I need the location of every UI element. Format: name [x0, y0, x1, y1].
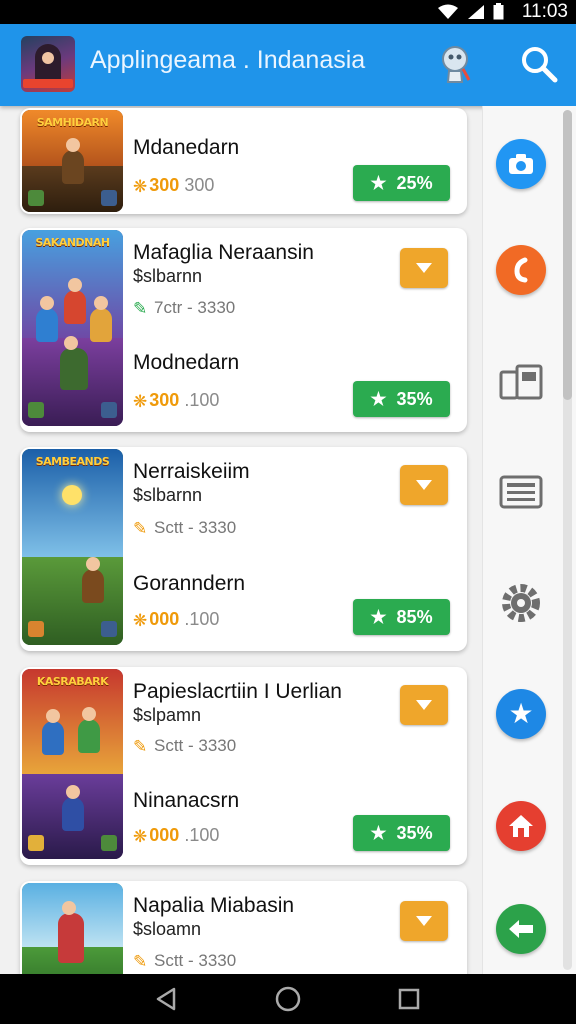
app-meta: ✎ 7ctr - 3330 [133, 298, 236, 318]
back-arrow-icon [509, 920, 533, 938]
coin-icon: ❋ [133, 392, 148, 411]
app-logo[interactable] [21, 36, 75, 92]
game-thumbnail[interactable]: SAKANDNAH [22, 230, 123, 426]
app-meta: ✎ Sctt - 3330 [133, 518, 237, 538]
app-title-secondary: Goranndern [133, 572, 246, 595]
list-item[interactable]: KASRABARK Papieslacrtiin I Uerlian $slpa… [20, 667, 467, 865]
discount-button[interactable]: ★ 35% [353, 815, 450, 851]
app-title-secondary: Modnedarn [133, 351, 240, 374]
dropdown-button[interactable] [400, 248, 448, 288]
app-meta: ✎ Sctt - 3330 [133, 736, 237, 756]
leaf-icon: ✎ [133, 952, 148, 971]
thumbnail-banner: SAMBEANDS [35, 455, 110, 468]
search-icon[interactable] [517, 42, 561, 86]
coin-icon: ❋ [133, 611, 148, 630]
status-icons [437, 3, 504, 20]
discount-button[interactable]: ★ 85% [353, 599, 450, 635]
signal-icon [468, 4, 484, 19]
app-developer: $slbarnn [133, 485, 203, 505]
newspaper-icon [499, 475, 543, 509]
coin-icon: ❋ [133, 827, 148, 846]
price: ❋ 000 .100 [133, 825, 220, 846]
settings-button[interactable] [497, 579, 545, 627]
app-developer: $sloamn [133, 919, 202, 939]
discount-button[interactable]: ★ 25% [353, 165, 450, 201]
star-icon: ★ [370, 172, 387, 193]
leaf-icon: ✎ [133, 737, 148, 756]
price: ❋ 300 300 [133, 175, 215, 196]
wifi-icon [438, 4, 458, 19]
camera-button[interactable] [496, 139, 546, 189]
app-title: Mdanedarn [133, 136, 240, 159]
battery-icon [493, 3, 504, 20]
status-bar: 11:03 [0, 0, 576, 24]
nav-back-icon [156, 987, 176, 1011]
leaf-icon: ✎ [133, 519, 148, 538]
coin-icon: ❋ [133, 177, 148, 196]
gallery-icon [499, 364, 543, 400]
app-title: Napalia Miabasin [133, 894, 295, 917]
star-icon: ★ [370, 388, 387, 409]
nav-home-icon [275, 986, 301, 1012]
dropdown-button[interactable] [400, 465, 448, 505]
app-title: Nerraiskeiim [133, 460, 250, 483]
thumbnail-banner: SAKANDNAH [35, 236, 110, 249]
nav-recents-button[interactable] [396, 986, 422, 1012]
thumbnail-banner: SAMHIDARN [36, 116, 109, 129]
home-icon [509, 815, 533, 837]
dropdown-button[interactable] [400, 685, 448, 725]
app-title: Mafaglia Neraansin [133, 241, 314, 264]
list-item[interactable]: SAKANDNAH Mafaglia Neraansin $slbarnn ✎ … [20, 228, 467, 432]
gallery-button[interactable] [497, 358, 545, 406]
gear-icon [502, 584, 540, 622]
phone-button[interactable] [496, 245, 546, 295]
back-button[interactable] [496, 904, 546, 954]
thumbnail-banner: KASRABARK [36, 675, 109, 688]
app-developer: $slpamn [133, 705, 202, 725]
star-icon: ★ [370, 822, 387, 843]
app-title: Papieslacrtiin I Uerlian [133, 680, 342, 703]
nav-back-button[interactable] [153, 986, 179, 1012]
system-nav-bar [0, 974, 576, 1024]
lightbulb-icon[interactable] [435, 42, 479, 86]
news-button[interactable] [497, 468, 545, 516]
status-time: 11:03 [521, 1, 568, 22]
game-thumbnail[interactable] [22, 883, 123, 974]
price: ❋ 300 .100 [133, 390, 220, 411]
app-bar: Applingeama . Indanasia [0, 24, 576, 106]
game-thumbnail[interactable]: SAMHIDARN [22, 110, 123, 212]
discount-button[interactable]: ★ 35% [353, 381, 450, 417]
camera-icon [509, 154, 533, 174]
game-thumbnail[interactable]: KASRABARK [22, 669, 123, 859]
star-icon: ★ [508, 698, 534, 729]
nav-recents-icon [398, 988, 420, 1010]
star-icon: ★ [370, 606, 387, 627]
price: ❋ 000 .100 [133, 609, 220, 630]
scrollbar-thumb[interactable] [563, 110, 572, 400]
scrollbar[interactable] [563, 110, 572, 970]
list-item[interactable]: SAMBEANDS Nerraiskeiim $slbarnn ✎ Sctt -… [20, 447, 467, 651]
app-title-secondary: Ninanacsrn [133, 789, 240, 812]
favorites-button[interactable]: ★ [496, 689, 546, 739]
leaf-icon: ✎ [133, 299, 148, 318]
list-item[interactable]: Napalia Miabasin $sloamn ✎ Sctt - 3330 [20, 881, 467, 974]
app-developer: $slbarnn [133, 266, 203, 286]
list-item[interactable]: SAMHIDARN Mdanedarn ❋ 300 300 ★ 25% [20, 108, 467, 214]
home-button[interactable] [496, 801, 546, 851]
phone-icon [514, 257, 528, 283]
app-title: Applingeama . Indanasia [90, 46, 366, 74]
app-meta: ✎ Sctt - 3330 [133, 951, 237, 971]
nav-home-button[interactable] [275, 986, 301, 1012]
game-thumbnail[interactable]: SAMBEANDS [22, 449, 123, 645]
app-list: SAMHIDARN Mdanedarn ❋ 300 300 ★ 25% SAKAND… [0, 106, 482, 974]
dropdown-button[interactable] [400, 901, 448, 941]
